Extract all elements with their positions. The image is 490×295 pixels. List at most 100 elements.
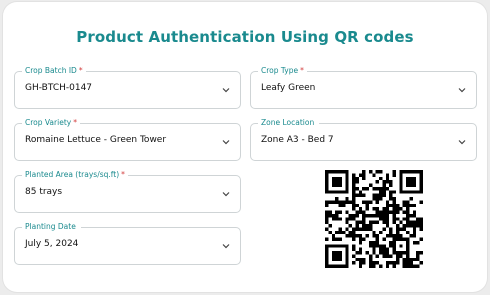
qr-module bbox=[389, 230, 393, 235]
qr-module bbox=[325, 210, 329, 214]
qr-module bbox=[406, 257, 410, 262]
qr-module bbox=[335, 190, 339, 194]
qr-module bbox=[341, 203, 346, 208]
qr-module bbox=[338, 227, 342, 231]
qr-module bbox=[406, 217, 410, 221]
planting-date-select[interactable]: Planting Date July 5, 2024 bbox=[14, 221, 241, 265]
qr-module bbox=[358, 220, 363, 225]
qr-module bbox=[345, 220, 349, 225]
qr-module bbox=[412, 230, 417, 235]
qr-module bbox=[375, 237, 380, 241]
qr-module bbox=[338, 217, 342, 221]
chevron-down-icon bbox=[222, 88, 230, 93]
qr-module bbox=[392, 197, 396, 201]
qr-module bbox=[335, 183, 339, 187]
qr-module bbox=[412, 234, 417, 238]
qr-module bbox=[402, 227, 407, 231]
qr-module bbox=[379, 247, 383, 252]
field-value: Leafy Green bbox=[261, 83, 316, 93]
crop-type-select[interactable]: Crop Type * Leafy Green bbox=[250, 65, 477, 109]
qr-module bbox=[392, 220, 396, 225]
qr-module bbox=[395, 227, 400, 231]
qr-module bbox=[365, 213, 369, 218]
qr-module bbox=[362, 200, 366, 204]
qr-module bbox=[416, 224, 420, 228]
qr-module bbox=[331, 234, 336, 238]
qr-module bbox=[355, 213, 359, 218]
qr-module bbox=[399, 254, 403, 258]
qr-module bbox=[402, 200, 407, 204]
qr-module bbox=[338, 210, 342, 214]
qr-module bbox=[331, 251, 336, 255]
qr-module bbox=[382, 251, 386, 255]
qr-module bbox=[385, 261, 390, 265]
qr-module bbox=[406, 237, 410, 241]
qr-module bbox=[338, 237, 342, 241]
qr-module bbox=[325, 264, 329, 268]
qr-module bbox=[368, 170, 373, 174]
qr-module bbox=[368, 213, 373, 218]
qr-module bbox=[419, 217, 423, 221]
qr-module bbox=[345, 183, 349, 187]
zone-location-select[interactable]: Zone Location Zone A3 - Bed 7 bbox=[250, 117, 477, 161]
qr-module bbox=[416, 240, 420, 245]
qr-module bbox=[358, 207, 363, 211]
qr-module bbox=[362, 173, 366, 177]
qr-module bbox=[419, 176, 423, 181]
qr-module bbox=[406, 240, 410, 245]
qr-module bbox=[385, 224, 390, 228]
qr-module bbox=[368, 254, 373, 258]
qr-module bbox=[362, 213, 366, 218]
qr-module bbox=[389, 227, 393, 231]
qr-module bbox=[338, 244, 342, 248]
qr-module bbox=[345, 190, 349, 194]
field-value: Zone A3 - Bed 7 bbox=[261, 135, 334, 145]
qr-module bbox=[352, 244, 356, 248]
qr-module bbox=[365, 224, 369, 228]
qr-module bbox=[362, 224, 366, 228]
qr-module bbox=[365, 207, 369, 211]
planted-area-select[interactable]: Planted Area (trays/sq.ft) * 85 trays bbox=[14, 169, 241, 213]
qr-module bbox=[395, 251, 400, 255]
qr-module bbox=[338, 254, 342, 258]
qr-module bbox=[382, 254, 386, 258]
qr-module bbox=[379, 197, 383, 201]
qr-module bbox=[338, 180, 342, 184]
qr-module bbox=[379, 244, 383, 248]
field-value: July 5, 2024 bbox=[25, 239, 79, 249]
qr-module bbox=[325, 261, 329, 265]
qr-module bbox=[325, 251, 329, 255]
qr-module bbox=[352, 234, 356, 238]
qr-module bbox=[352, 213, 356, 218]
qr-module bbox=[412, 224, 417, 228]
qr-module bbox=[358, 264, 363, 268]
crop-batch-id-select[interactable]: Crop Batch ID * GH-BTCH-0147 bbox=[14, 65, 241, 109]
qr-module bbox=[375, 170, 380, 174]
qr-module bbox=[416, 190, 420, 194]
qr-module bbox=[325, 254, 329, 258]
qr-module bbox=[379, 217, 383, 221]
crop-variety-select[interactable]: Crop Variety * Romaine Lettuce - Green To… bbox=[14, 117, 241, 161]
qr-module bbox=[409, 264, 413, 268]
qr-module bbox=[362, 261, 366, 265]
qr-module bbox=[372, 251, 376, 255]
qr-module bbox=[325, 170, 329, 174]
qr-module bbox=[406, 230, 410, 235]
qr-module bbox=[406, 190, 410, 194]
field-label: Planted Area (trays/sq.ft) * bbox=[22, 169, 128, 181]
qr-module bbox=[416, 257, 420, 262]
qr-module bbox=[382, 227, 386, 231]
qr-module bbox=[362, 170, 366, 174]
qr-module bbox=[392, 251, 396, 255]
qr-module bbox=[379, 170, 383, 174]
qr-module bbox=[409, 183, 413, 187]
qr-module bbox=[325, 203, 329, 208]
qr-module bbox=[406, 264, 410, 268]
qr-module bbox=[341, 170, 346, 174]
qr-module bbox=[325, 173, 329, 177]
qr-module bbox=[412, 264, 417, 268]
qr-module bbox=[412, 180, 417, 184]
qr-module bbox=[345, 251, 349, 255]
qr-module bbox=[402, 237, 407, 241]
qr-module bbox=[379, 230, 383, 235]
